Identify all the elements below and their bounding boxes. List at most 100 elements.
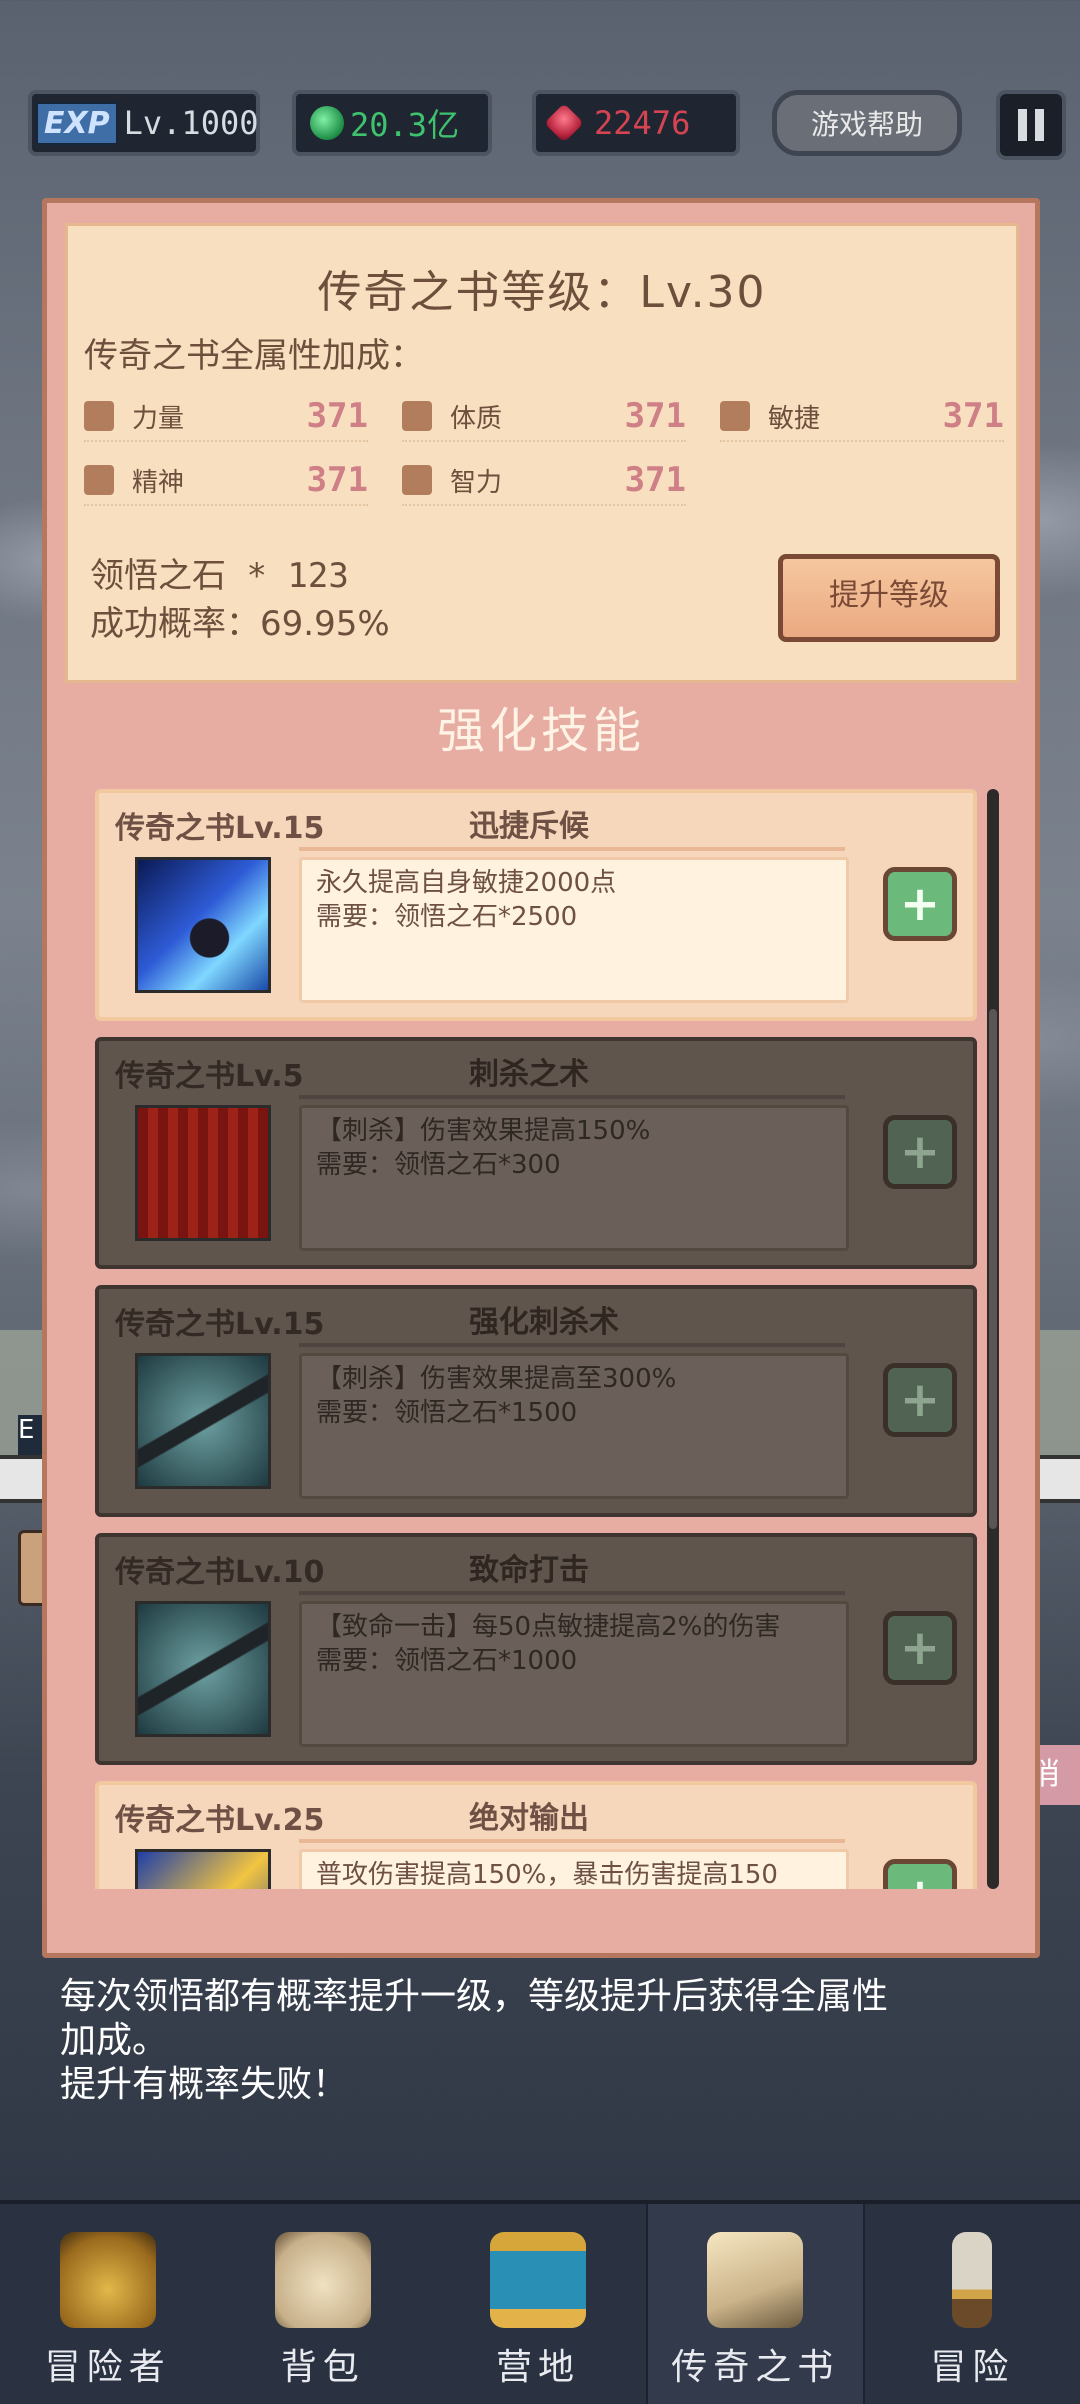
skill-icon-swift-scout bbox=[135, 857, 271, 993]
skill-effect: 【刺杀】伤害效果提高150% bbox=[316, 1116, 651, 1146]
skill-name: 刺杀之术 bbox=[469, 1057, 589, 1092]
nav-label: 传奇之书 bbox=[671, 2347, 840, 2388]
stat-label: 敏捷 bbox=[768, 403, 821, 434]
skill-cost: 需要：领悟之石*1500 bbox=[316, 1398, 578, 1428]
exp-badge: EXP bbox=[36, 101, 118, 145]
learn-skill-button[interactable]: + bbox=[883, 1115, 957, 1189]
stat-spirit: 精神 371 bbox=[84, 456, 368, 506]
divider bbox=[299, 1839, 845, 1843]
scrollbar-thumb[interactable] bbox=[989, 1009, 997, 1529]
hint-line: 加成。 bbox=[60, 2020, 169, 2061]
skill-list[interactable]: 传奇之书Lv.15 迅捷斥候 永久提高自身敏捷2000点 需要：领悟之石*250… bbox=[95, 789, 979, 1889]
skill-required-level: 传奇之书Lv.15 bbox=[115, 811, 325, 846]
nav-label: 冒险者 bbox=[44, 2347, 171, 2388]
book-bonus-subtitle: 传奇之书全属性加成： bbox=[84, 336, 424, 376]
skill-description: 【致命一击】每50点敏捷提高2%的伤害 需要：领悟之石*1000 bbox=[299, 1601, 849, 1747]
heart-icon bbox=[402, 401, 432, 431]
gem-amount: 22476 bbox=[594, 104, 691, 142]
plus-icon: + bbox=[899, 1620, 941, 1676]
stat-label: 体质 bbox=[450, 403, 503, 434]
skill-card: 传奇之书Lv.10 致命打击 【致命一击】每50点敏捷提高2%的伤害 需要：领悟… bbox=[95, 1533, 977, 1765]
stat-constitution: 体质 371 bbox=[402, 392, 686, 442]
stat-agility: 敏捷 371 bbox=[720, 392, 1004, 442]
skill-name: 迅捷斥候 bbox=[469, 809, 589, 844]
learn-skill-button[interactable]: + bbox=[883, 1611, 957, 1685]
upgrade-level-button[interactable]: 提升等级 bbox=[778, 554, 1000, 642]
legend-book-icon bbox=[707, 2232, 804, 2328]
plus-icon: + bbox=[899, 876, 941, 932]
skill-name: 强化刺杀术 bbox=[469, 1305, 619, 1340]
stat-strength: 力量 371 bbox=[84, 392, 368, 442]
insight-stone-count: 领悟之石 * 123 bbox=[90, 556, 349, 596]
skill-effect: 永久提高自身敏捷2000点 bbox=[316, 868, 617, 898]
gold-amount: 20.3亿 bbox=[350, 106, 460, 144]
stat-value: 371 bbox=[624, 460, 686, 500]
skill-required-level: 传奇之书Lv.15 bbox=[115, 1307, 325, 1342]
skill-effect: 【致命一击】每50点敏捷提高2%的伤害 bbox=[316, 1612, 781, 1642]
divider bbox=[299, 1095, 845, 1099]
nav-adventure[interactable]: 冒险 bbox=[865, 2204, 1080, 2404]
skill-icon-assassination bbox=[135, 1105, 271, 1241]
stat-value: 371 bbox=[624, 396, 686, 436]
nav-label: 背包 bbox=[280, 2347, 365, 2388]
helmet-icon bbox=[59, 2232, 156, 2328]
learn-skill-button[interactable]: + bbox=[883, 867, 957, 941]
stat-label: 力量 bbox=[132, 403, 185, 434]
skill-card: 传奇之书Lv.25 绝对输出 普攻伤害提高150%，暴击伤害提高150 + bbox=[95, 1781, 977, 1889]
learn-skill-button[interactable]: + bbox=[883, 1859, 957, 1889]
divider bbox=[299, 1343, 845, 1347]
pause-icon bbox=[1018, 109, 1027, 141]
hint-line: 每次领悟都有概率提升一级，等级提升后获得全属性 bbox=[60, 1976, 889, 2017]
pause-button[interactable] bbox=[996, 90, 1066, 160]
skill-effect: 【刺杀】伤害效果提高至300% bbox=[316, 1364, 677, 1394]
top-bar: EXP Lv.1000 20.3亿 22476 游戏帮助 bbox=[0, 90, 1080, 170]
legend-book-modal: 传奇之书等级：Lv.30 传奇之书全属性加成： 力量 371 体质 371 敏捷… bbox=[42, 198, 1040, 1958]
skill-card: 传奇之书Lv.15 迅捷斥候 永久提高自身敏捷2000点 需要：领悟之石*250… bbox=[95, 789, 977, 1021]
skill-cost: 需要：领悟之石*1000 bbox=[316, 1646, 578, 1676]
skill-description: 普攻伤害提高150%，暴击伤害提高150 bbox=[299, 1849, 849, 1889]
ruby-gem-icon bbox=[544, 103, 584, 143]
stat-label: 精神 bbox=[132, 467, 185, 498]
gold-display: 20.3亿 bbox=[292, 90, 492, 156]
skill-effect: 普攻伤害提高150%，暴击伤害提高150 bbox=[316, 1860, 778, 1889]
boot-icon bbox=[720, 401, 750, 431]
plus-icon: + bbox=[899, 1124, 941, 1180]
brain-icon bbox=[402, 465, 432, 495]
skill-required-level: 传奇之书Lv.10 bbox=[115, 1555, 325, 1590]
nav-legend-book[interactable]: 传奇之书 bbox=[645, 2204, 865, 2404]
hint-line: 提升有概率失败！ bbox=[60, 2064, 349, 2105]
stat-intelligence: 智力 371 bbox=[402, 456, 686, 506]
book-level-panel: 传奇之书等级：Lv.30 传奇之书全属性加成： 力量 371 体质 371 敏捷… bbox=[65, 223, 1019, 683]
learn-skill-button[interactable]: + bbox=[883, 1363, 957, 1437]
skill-name: 致命打击 bbox=[469, 1553, 589, 1588]
plus-icon: + bbox=[899, 1372, 941, 1428]
book-level-title: 传奇之书等级：Lv.30 bbox=[317, 267, 767, 318]
skill-description: 【刺杀】伤害效果提高至300% 需要：领悟之石*1500 bbox=[299, 1353, 849, 1499]
nav-camp[interactable]: 营地 bbox=[430, 2204, 645, 2404]
emerald-coin-icon bbox=[310, 106, 344, 140]
stat-label: 智力 bbox=[450, 467, 503, 498]
skill-required-level: 传奇之书Lv.5 bbox=[115, 1059, 304, 1094]
skill-cost: 需要：领悟之石*2500 bbox=[316, 902, 578, 932]
enhance-skills-title: 强化技能 bbox=[436, 703, 645, 759]
skill-card: 传奇之书Lv.5 刺杀之术 【刺杀】伤害效果提高150% 需要：领悟之石*300… bbox=[95, 1037, 977, 1269]
skill-required-level: 传奇之书Lv.25 bbox=[115, 1803, 325, 1838]
skill-icon-enhanced-assassination bbox=[135, 1353, 271, 1489]
bottom-nav: 冒险者 背包 营地 传奇之书 冒险 bbox=[0, 2200, 1080, 2404]
exp-level-display: EXP Lv.1000 bbox=[28, 90, 260, 156]
game-help-button[interactable]: 游戏帮助 bbox=[772, 90, 962, 156]
strength-icon bbox=[84, 401, 114, 431]
skill-icon-absolute-output bbox=[135, 1849, 271, 1889]
stat-value: 371 bbox=[306, 396, 368, 436]
skill-card: 传奇之书Lv.15 强化刺杀术 【刺杀】伤害效果提高至300% 需要：领悟之石*… bbox=[95, 1285, 977, 1517]
divider bbox=[299, 1591, 845, 1595]
skill-description: 永久提高自身敏捷2000点 需要：领悟之石*2500 bbox=[299, 857, 849, 1003]
skill-cost: 需要：领悟之石*300 bbox=[316, 1150, 561, 1180]
spirit-icon bbox=[84, 465, 114, 495]
skill-list-scrollbar[interactable] bbox=[987, 789, 999, 1889]
plus-icon: + bbox=[900, 1868, 940, 1889]
nav-adventurer[interactable]: 冒险者 bbox=[0, 2204, 215, 2404]
player-level: Lv.1000 bbox=[123, 104, 259, 142]
nav-label: 营地 bbox=[496, 2347, 581, 2388]
nav-backpack[interactable]: 背包 bbox=[215, 2204, 430, 2404]
